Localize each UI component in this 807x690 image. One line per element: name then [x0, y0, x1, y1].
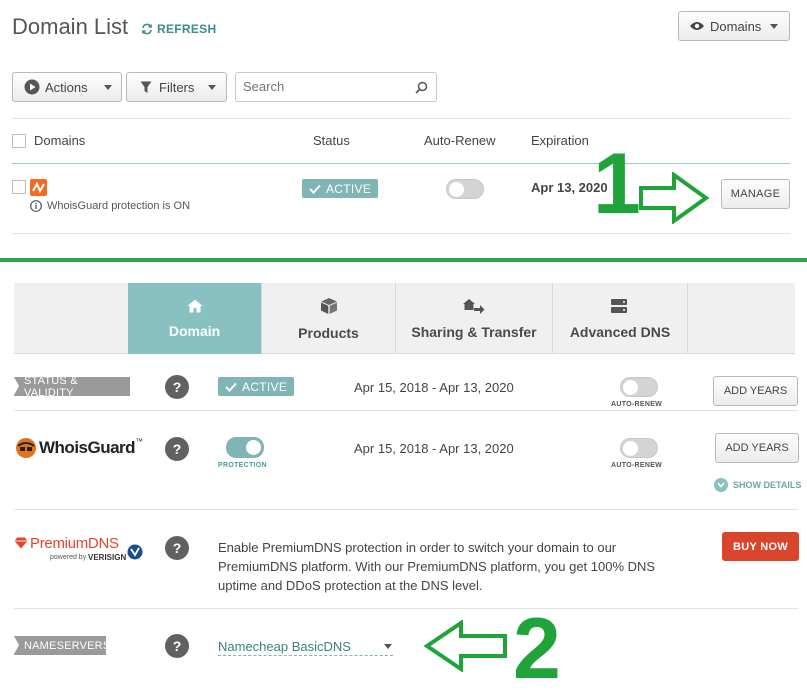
nameservers-tag-text: NAMESERVERS — [24, 639, 111, 652]
gem-icon — [14, 537, 28, 549]
actions-label: Actions — [45, 79, 88, 95]
transfer-icon — [463, 298, 485, 314]
select-all-checkbox[interactable] — [12, 134, 26, 148]
actions-button[interactable]: Actions — [12, 72, 122, 102]
page-title: Domain List — [12, 14, 129, 39]
eye-icon — [690, 22, 704, 30]
tab-sharing-transfer-label: Sharing & Transfer — [411, 323, 537, 340]
play-icon — [24, 79, 40, 95]
premiumdns-logo-text: PremiumDNS — [30, 535, 119, 552]
auto-renew-label: AUTO-RENEW — [611, 401, 663, 408]
validity-dates: Apr 15, 2018 - Apr 13, 2020 — [354, 380, 514, 395]
row-checkbox[interactable] — [12, 180, 26, 194]
refresh-label: REFRESH — [157, 22, 217, 36]
tab-advanced-dns[interactable]: Advanced DNS — [552, 283, 687, 354]
whoisguard-auto-renew-toggle[interactable] — [620, 438, 658, 458]
help-icon[interactable]: ? — [165, 437, 189, 461]
auto-renew-toggle[interactable] — [446, 179, 484, 199]
refresh-icon — [142, 23, 152, 35]
powered-by-text: powered by — [50, 554, 87, 561]
filters-button[interactable]: Filters — [126, 72, 227, 102]
tab-domain[interactable]: Domain — [128, 283, 261, 354]
whoisguard-dates: Apr 15, 2018 - Apr 13, 2020 — [354, 441, 514, 456]
check-icon — [225, 382, 237, 392]
add-years-label: ADD YEARS — [725, 442, 789, 454]
protection-toggle[interactable] — [226, 437, 264, 458]
tab-advanced-dns-label: Advanced DNS — [569, 323, 671, 340]
section-divider — [0, 258, 807, 262]
whoisguard-mascot-icon — [16, 438, 36, 458]
filter-icon — [140, 81, 152, 93]
manage-button[interactable]: MANAGE — [721, 179, 790, 209]
col-expiration: Expiration — [531, 133, 589, 148]
arrow-left-icon — [423, 620, 507, 672]
check-icon — [309, 184, 321, 194]
arrow-right-icon — [639, 172, 710, 224]
status-badge: ACTIVE — [302, 179, 379, 198]
domain-favicon — [30, 179, 47, 196]
show-details-link[interactable]: SHOW DETAILS — [714, 478, 801, 492]
buy-now-label: BUY NOW — [732, 540, 789, 553]
search-icon[interactable] — [415, 81, 428, 94]
verisign-check-icon — [127, 544, 143, 560]
premiumdns-logo: PremiumDNS powered by VERISIGN — [14, 535, 149, 565]
col-domains: Domains — [34, 133, 86, 148]
search-box[interactable] — [235, 72, 437, 102]
status-validity-tag-text: STATUS & VALIDITY — [24, 374, 78, 399]
col-status: Status — [313, 133, 350, 148]
chevron-down-icon — [384, 644, 392, 649]
help-icon[interactable]: ? — [165, 536, 189, 560]
refresh-link[interactable]: REFRESH — [141, 22, 216, 36]
chevron-circle-down-icon — [714, 478, 728, 492]
home-icon — [187, 299, 202, 312]
filters-label: Filters — [159, 79, 195, 95]
chevron-down-icon — [208, 84, 217, 90]
tab-sharing-transfer[interactable]: Sharing & Transfer — [395, 283, 552, 354]
tab-empty — [687, 283, 795, 354]
zigzag-icon — [32, 181, 45, 194]
trademark-symbol: ™ — [135, 437, 144, 446]
tab-bar: Domain Products Sharing & Transfer Advan… — [14, 283, 795, 354]
tab-products[interactable]: Products — [261, 283, 395, 354]
info-icon — [30, 200, 42, 212]
status-validity-tag: STATUS & VALIDITY — [14, 374, 130, 399]
domains-dropdown-label: Domains — [710, 18, 762, 34]
box-icon — [320, 297, 337, 314]
nameservers-tag: NAMESERVERS — [14, 636, 110, 655]
status-text: ACTIVE — [326, 181, 372, 196]
col-auto-renew: Auto-Renew — [424, 133, 496, 148]
whoisguard-add-years-button[interactable]: ADD YEARS — [715, 433, 799, 463]
whoisguard-logo: WhoisGuard ™ — [14, 437, 143, 459]
show-details-label: SHOW DETAILS — [733, 480, 802, 490]
status-badge: ACTIVE — [218, 377, 295, 396]
add-years-label: ADD YEARS — [723, 385, 788, 397]
annotation-number-1: 1 — [593, 136, 641, 232]
auto-renew-toggle[interactable] — [620, 377, 658, 397]
verisign-text: VERISIGN — [88, 553, 127, 562]
whoisguard-note-text: WhoisGuard protection is ON — [47, 200, 191, 212]
chevron-down-icon — [770, 23, 779, 29]
buy-now-button[interactable]: BUY NOW — [722, 532, 799, 561]
annotation-number-2: 2 — [513, 601, 561, 690]
manage-label: MANAGE — [730, 188, 781, 200]
nameservers-selected: Namecheap BasicDNS — [218, 639, 351, 654]
tab-domain-label: Domain — [168, 322, 221, 339]
premiumdns-description: Enable PremiumDNS protection in order to… — [218, 540, 656, 593]
domains-dropdown[interactable]: Domains — [678, 11, 790, 41]
auto-renew-label: AUTO-RENEW — [611, 462, 663, 469]
add-years-button[interactable]: ADD YEARS — [713, 376, 798, 406]
whoisguard-note: WhoisGuard protection is ON — [30, 200, 190, 212]
help-icon[interactable]: ? — [165, 375, 189, 399]
help-icon[interactable]: ? — [165, 634, 189, 658]
dns-icon — [611, 298, 627, 313]
nameservers-select[interactable]: Namecheap BasicDNS — [218, 638, 393, 656]
search-input[interactable] — [243, 79, 403, 94]
chevron-down-icon — [103, 84, 112, 90]
tab-products-label: Products — [298, 324, 359, 341]
whoisguard-logo-text: WhoisGuard — [39, 438, 136, 457]
protection-label: PROTECTION — [218, 462, 267, 469]
status-text: ACTIVE — [242, 379, 288, 394]
